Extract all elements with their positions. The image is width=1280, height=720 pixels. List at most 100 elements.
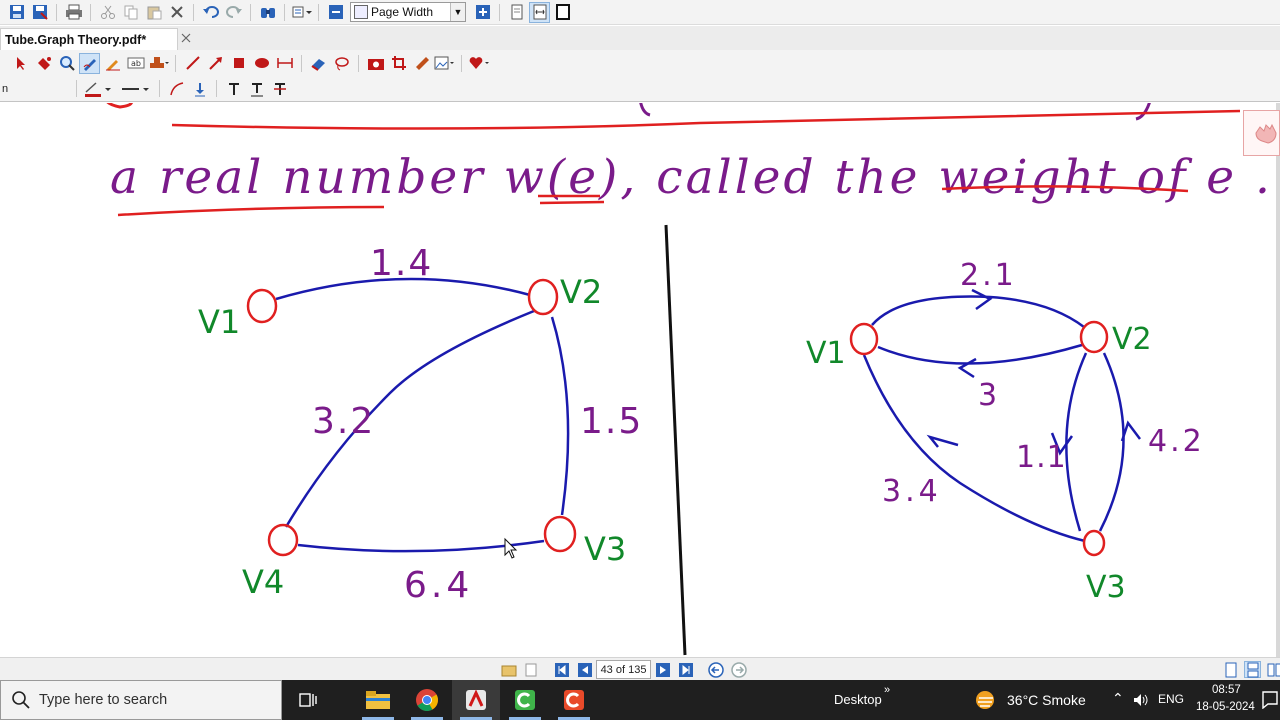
arrowhead	[957, 357, 977, 379]
eraser-icon[interactable]	[308, 53, 329, 74]
vertical-scrollbar[interactable]	[1276, 103, 1280, 658]
open-folder-icon[interactable]	[500, 661, 517, 678]
volume-icon[interactable]	[1132, 692, 1150, 713]
zoom-in-icon[interactable]	[472, 2, 493, 23]
separator	[499, 3, 500, 21]
chevron-down-icon[interactable]: ▼	[450, 3, 465, 21]
go-forward-icon[interactable]	[730, 661, 747, 678]
zoom-tool-icon[interactable]	[56, 53, 77, 74]
edge-v1-v2-top	[871, 295, 1085, 328]
separator	[56, 3, 57, 21]
tool-name-label: n	[2, 82, 9, 95]
page-number-field[interactable]: 43 of 135	[596, 660, 651, 679]
document-properties-icon[interactable]	[522, 661, 539, 678]
next-page-icon[interactable]	[654, 661, 671, 678]
page-width-icon	[354, 5, 368, 19]
vertex-v3	[543, 515, 577, 553]
properties-toolbar: n	[0, 76, 1280, 102]
edge-weight-label: 3.2	[312, 401, 375, 442]
ellipse-tool-icon[interactable]	[251, 53, 272, 74]
edge-weight-label: 4.2	[1148, 424, 1205, 459]
clock-time[interactable]: 08:57	[1212, 684, 1241, 696]
edge-weight-label: 6.4	[404, 565, 473, 606]
print-icon[interactable]	[63, 2, 84, 23]
separator	[216, 80, 217, 97]
go-back-icon[interactable]	[707, 661, 724, 678]
find-icon[interactable]	[257, 2, 278, 23]
zoom-mode-select[interactable]: Page Width ▼	[350, 2, 466, 22]
single-page-view-icon[interactable]	[1222, 661, 1239, 678]
first-page-icon[interactable]	[553, 661, 570, 678]
single-page-icon[interactable]	[506, 2, 527, 23]
weather-icon[interactable]	[974, 689, 998, 716]
desktop-toolbar-label[interactable]: Desktop	[834, 692, 882, 707]
options-icon[interactable]	[291, 2, 312, 23]
measure-tool-icon[interactable]	[274, 53, 295, 74]
camtasia-green-icon[interactable]	[501, 680, 549, 720]
task-view-icon[interactable]	[284, 680, 332, 720]
highlighter-icon[interactable]	[102, 53, 123, 74]
strikeout-icon[interactable]	[269, 78, 290, 99]
copy-icon[interactable]	[120, 2, 141, 23]
line-tool-icon[interactable]	[182, 53, 203, 74]
chrome-icon[interactable]	[403, 680, 451, 720]
line-width-icon[interactable]	[119, 78, 153, 99]
notification-center-icon[interactable]	[1262, 691, 1278, 714]
zoom-out-icon[interactable]	[325, 2, 346, 23]
taskbar-search-box[interactable]: Type here to search	[0, 680, 282, 720]
add-image-icon[interactable]	[434, 53, 455, 74]
stamp-icon[interactable]	[148, 53, 169, 74]
input-language-indicator[interactable]: ENG	[1158, 692, 1184, 706]
crop-icon[interactable]	[388, 53, 409, 74]
separator	[76, 80, 77, 97]
separator	[159, 80, 160, 97]
favorite-heart-icon[interactable]	[468, 53, 489, 74]
vertex-v3	[1082, 529, 1106, 557]
select-arrow-icon[interactable]	[10, 53, 31, 74]
rectangle-tool-icon[interactable]	[228, 53, 249, 74]
document-page[interactable]: a real number w(e), called the weight of…	[0, 103, 1280, 658]
redo-icon[interactable]	[223, 2, 244, 23]
close-tab-icon[interactable]	[178, 30, 194, 46]
undo-icon[interactable]	[200, 2, 221, 23]
camtasia-recorder-icon[interactable]	[550, 680, 598, 720]
vertex-label: V2	[560, 273, 602, 311]
edge-weight-label: 1.5	[580, 401, 643, 442]
pan-hand-button[interactable]	[1243, 110, 1280, 156]
pen-tool-icon[interactable]	[79, 52, 100, 74]
previous-page-icon[interactable]	[576, 661, 593, 678]
textbox-icon[interactable]: ab	[125, 53, 146, 74]
weather-text[interactable]: 36°C Smoke	[1007, 692, 1086, 708]
vertex-v4	[267, 523, 299, 557]
save-as-icon[interactable]	[29, 2, 50, 23]
delete-icon[interactable]	[166, 2, 187, 23]
clock-date[interactable]: 18-05-2024	[1196, 701, 1255, 713]
hand-tool-icon[interactable]	[33, 53, 54, 74]
facing-view-icon[interactable]	[1266, 661, 1280, 678]
tab-document[interactable]: Tube.Graph Theory.pdf*	[0, 28, 178, 50]
file-explorer-icon[interactable]	[354, 680, 402, 720]
search-placeholder: Type here to search	[39, 692, 168, 708]
toolbar-expand-icon[interactable]: »	[884, 684, 890, 696]
separator	[358, 54, 359, 72]
arrow-tool-icon[interactable]	[205, 53, 226, 74]
lasso-icon[interactable]	[331, 53, 352, 74]
snapshot-icon[interactable]	[365, 53, 386, 74]
text-tool-icon[interactable]	[223, 78, 244, 99]
fullscreen-icon[interactable]	[552, 2, 573, 23]
cut-icon[interactable]	[97, 2, 118, 23]
line-color-icon[interactable]	[83, 78, 117, 99]
show-hidden-icons-icon[interactable]: ⌃	[1112, 690, 1124, 707]
ruler-icon[interactable]	[411, 53, 432, 74]
last-page-icon[interactable]	[677, 661, 694, 678]
insert-below-icon[interactable]	[189, 78, 210, 99]
fit-page-icon[interactable]	[529, 1, 550, 23]
save-icon[interactable]	[6, 2, 27, 23]
text-baseline-icon[interactable]	[246, 78, 267, 99]
annotation-toolbar: ab	[0, 50, 1280, 76]
continuous-view-icon[interactable]	[1244, 661, 1261, 678]
curve-tool-icon[interactable]	[166, 78, 187, 99]
pdf-editor-app-icon[interactable]	[452, 680, 500, 720]
arrowhead	[926, 434, 959, 448]
paste-icon[interactable]	[143, 2, 164, 23]
